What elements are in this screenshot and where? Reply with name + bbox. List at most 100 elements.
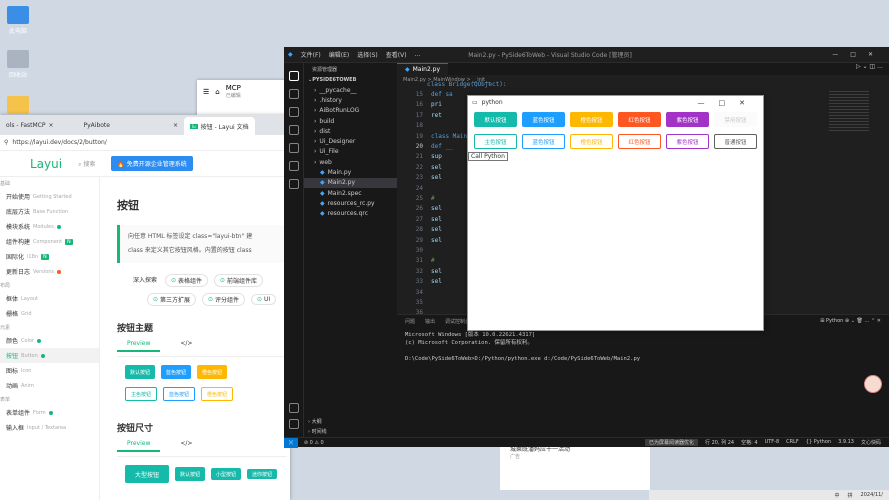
python-solid-button[interactable]: 橙色按钮 (570, 112, 613, 127)
mini-button[interactable]: 迷你按钮 (247, 469, 278, 479)
promo-button[interactable]: 🔥 免费开源企业管理系统 (111, 156, 193, 171)
menu-selection[interactable]: 选择(S) (357, 50, 378, 59)
menu-edit[interactable]: 编辑(E) (329, 50, 349, 59)
file-item[interactable]: ◆ resources.qrc (304, 209, 397, 219)
problems-status[interactable]: ⊘ 0 ⚠ 0 (304, 440, 324, 446)
call-python-button[interactable]: Call Python (468, 152, 508, 161)
python-outline-button[interactable]: 紫色按钮 (666, 134, 709, 149)
menu-view[interactable]: 查看(V) (386, 50, 407, 59)
sidebar-item[interactable]: 颜色 Color (0, 333, 99, 348)
status-item[interactable]: 文心快码 (861, 439, 881, 446)
sidebar-item[interactable]: 框体 Layout (0, 291, 99, 306)
ime-mode[interactable]: 拼 (848, 492, 853, 499)
sidebar-item[interactable]: 更新日志 Versions (0, 264, 99, 279)
settings-gear-icon[interactable] (289, 419, 299, 429)
default-button[interactable]: 默认按钮 (175, 467, 206, 481)
terminal-selector[interactable]: ⊞ Python ⊕ ⌄ 🗑 … ⌃ ✕ (820, 318, 881, 324)
explore-link-table[interactable]: ⊙ 表格组件 (164, 274, 208, 287)
editor-tab-main2[interactable]: ◆ Main2.py (397, 63, 449, 75)
python-solid-button[interactable]: 紫色按钮 (666, 112, 709, 127)
search-icon[interactable] (289, 89, 299, 99)
run-debug-icon[interactable] (289, 125, 299, 135)
folder-item[interactable]: › Ui_Designer (304, 136, 397, 146)
tab-code[interactable]: </> (180, 440, 192, 452)
window-controls[interactable]: —□✕ (832, 51, 885, 58)
sidebar-item[interactable]: 国际化 i18n N (0, 249, 99, 264)
remote-icon[interactable] (289, 179, 299, 189)
sidebar-item[interactable]: 开始使用 Getting Started (0, 189, 99, 204)
avatar[interactable] (864, 375, 882, 393)
menu-file[interactable]: 文件(F) (301, 50, 321, 59)
python-solid-button[interactable]: 红色按钮 (618, 112, 661, 127)
sidebar-item[interactable]: 模块系统 Modules (0, 219, 99, 234)
status-item[interactable]: {} Python (806, 439, 831, 446)
theme-button[interactable]: 主色按钮 (125, 387, 158, 401)
folder-item[interactable]: › web (304, 157, 397, 167)
sidebar-item[interactable]: 底层方法 Base Function (0, 204, 99, 219)
sidebar-item[interactable]: 栅格 Grid (0, 306, 99, 321)
menu-more[interactable]: ... (415, 51, 421, 58)
address-bar[interactable]: ⚲ https://layui.dev/docs/2/button/ (0, 135, 290, 151)
python-solid-button[interactable]: 禁用按钮 (714, 112, 757, 127)
small-button[interactable]: 小型按钮 (211, 468, 242, 480)
file-item[interactable]: ◆ resources_rc.py (304, 198, 397, 208)
explore-link-frontend[interactable]: ⊙ 前端组件库 (213, 274, 263, 287)
file-item[interactable]: ◆ Main2.spec (304, 188, 397, 198)
file-item[interactable]: ◆ Main.py (304, 167, 397, 177)
desktop-icon-folder[interactable] (2, 96, 34, 116)
theme-button[interactable]: 橙色按钮 (197, 365, 228, 379)
python-outline-button[interactable]: 红色按钮 (618, 134, 661, 149)
python-window-controls[interactable]: —□✕ (698, 99, 759, 107)
terminal-output[interactable]: Microsoft Windows [版本 10.0.22621.4317] (c… (397, 327, 889, 367)
outline-section[interactable]: › 大纲 (308, 418, 322, 425)
close-icon[interactable]: × (48, 122, 53, 129)
theme-button[interactable]: 蓝色按钮 (161, 365, 192, 379)
sidebar-item[interactable]: 图标 Icon (0, 363, 99, 378)
large-button[interactable]: 大型按钮 (125, 465, 170, 483)
status-item[interactable]: UTF-8 (765, 439, 780, 446)
tab-code[interactable]: </> (180, 340, 192, 352)
sidebar-item[interactable]: 组件构建 Component N (0, 234, 99, 249)
testing-icon[interactable] (289, 161, 299, 171)
status-item[interactable]: 已为屏幕阅读器优化 (644, 439, 698, 446)
folder-item[interactable]: › dist (304, 126, 397, 136)
sidebar-item[interactable]: 动画 Anim (0, 378, 99, 393)
python-outline-button[interactable]: 蓝色按钮 (522, 134, 565, 149)
folder-item[interactable]: › .history (304, 95, 397, 105)
files-icon[interactable] (289, 71, 299, 81)
project-root[interactable]: ⌄ PYSIDE6TOWEB (304, 75, 397, 85)
file-item[interactable]: ◆ Main2.py (304, 177, 397, 188)
python-solid-button[interactable]: 蓝色按钮 (522, 112, 565, 127)
account-icon[interactable] (289, 403, 299, 413)
status-item[interactable]: 空格: 4 (741, 439, 757, 446)
explore-link-ui[interactable]: ⊙ UI (250, 294, 277, 305)
sidebar-item[interactable]: 输入框 Input / Textarea (0, 420, 99, 435)
clock[interactable]: 2024/11/ (861, 492, 883, 498)
explore-link-third-party[interactable]: ⊙ 第三方扩展 (147, 293, 197, 306)
panel-tab-output[interactable]: 输出 (425, 318, 435, 325)
folder-item[interactable]: › __pycache__ (304, 85, 397, 95)
remote-indicator[interactable]: ⟩⟨ (284, 437, 298, 448)
theme-button[interactable]: 默认按钮 (125, 365, 156, 379)
python-outline-button[interactable]: 主色按钮 (474, 134, 517, 149)
status-item[interactable]: 行 20, 列 24 (705, 439, 734, 446)
close-icon[interactable]: × (173, 122, 178, 129)
theme-button[interactable]: 橙色按钮 (201, 387, 234, 401)
home-icon[interactable]: ⌂ (215, 88, 219, 96)
tab-preview[interactable]: Preview (117, 340, 161, 352)
menu-icon[interactable]: ☰ (203, 88, 209, 96)
status-item[interactable]: 3.9.13 (838, 439, 854, 446)
explore-link-rate[interactable]: ⊙ 评分组件 (201, 293, 246, 306)
extensions-icon[interactable] (289, 143, 299, 153)
folder-item[interactable]: › build (304, 116, 397, 126)
panel-tab-problems[interactable]: 问题 (405, 318, 415, 325)
layui-logo[interactable]: Layui (30, 157, 62, 171)
folder-item[interactable]: › Ui_File (304, 147, 397, 157)
theme-button[interactable]: 蓝色按钮 (163, 387, 196, 401)
browser-tab-pyaibote[interactable]: PyAibote × (78, 117, 185, 133)
python-outline-button[interactable]: 橙色按钮 (570, 134, 613, 149)
folder-item[interactable]: › AiBotRunLOG (304, 106, 397, 116)
browser-tab-layui[interactable]: lu 按钮 - Layui 文档 (184, 117, 255, 135)
search-box[interactable]: ⌕ 搜索 (78, 159, 95, 169)
desktop-icon-this-pc[interactable]: 此电脑 (2, 6, 34, 35)
